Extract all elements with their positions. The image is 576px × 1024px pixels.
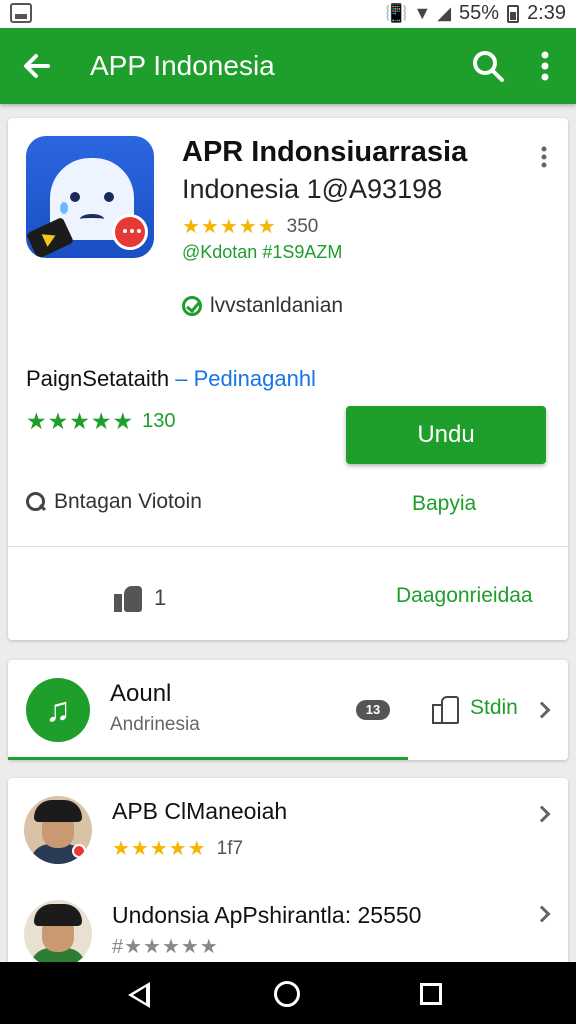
progress-underline (8, 757, 408, 760)
verified-label: lvvstanldanian (210, 294, 344, 317)
secondary-rating: ★★★★★ 130 (26, 408, 175, 435)
music-card[interactable]: ♫ Aounl Andrinesia 13 Stdin (8, 660, 568, 760)
bottom-link[interactable]: Daagonrieidaa (396, 584, 533, 608)
signal-icon: ◢ (437, 3, 452, 23)
list-item-count: 1f7 (216, 837, 244, 859)
battery-icon (507, 4, 520, 23)
list-item-stars: ★★★★★ (112, 838, 207, 860)
music-note-icon: ♫ (26, 678, 90, 742)
clock: 2:39 (527, 2, 566, 24)
search-row-label: Bntagan Viotoin (54, 490, 202, 513)
install-button[interactable]: Undu (346, 406, 546, 464)
app-bar: APP Indonesia (0, 28, 576, 104)
secondary-rating-count: 130 (142, 410, 176, 432)
share-label: Stdin (470, 696, 518, 719)
system-nav-bar (0, 962, 576, 1024)
chevron-right-icon[interactable] (533, 805, 551, 823)
publisher-name: PaignSetataith (26, 366, 170, 391)
secondary-rating-stars: ★★★★★ (26, 408, 135, 434)
avatar[interactable] (24, 900, 92, 968)
publisher-line: PaignSetataith – Pedinaganhl (26, 366, 316, 392)
list-item-title[interactable]: Undonsia ApPshirantla: 25550 (112, 902, 421, 929)
list-item-rating: ★★★★★ 1f7 (112, 836, 243, 861)
status-right: 📳 ▼ ◢ 55% 2:39 (385, 2, 566, 25)
avatar[interactable] (24, 796, 92, 864)
battery-percent: 55% (459, 2, 500, 24)
chevron-right-icon[interactable] (533, 905, 551, 923)
vibrate-icon: 📳 (384, 3, 408, 23)
status-bar: 📳 ▼ ◢ 55% 2:39 (0, 0, 576, 28)
list-item-rating: #★★★★★ (112, 934, 219, 959)
toggle-pill[interactable]: 13 (356, 700, 390, 720)
app-detail-card: APR Indonsiuarrasia Indonesia 1@A93198 ★… (8, 118, 568, 640)
list-item-stars: #★★★★★ (112, 936, 219, 958)
more-vert-icon[interactable] (530, 46, 560, 86)
music-subtitle: Andrinesia (110, 714, 200, 735)
rating-stars: ★★★★★ (182, 216, 277, 238)
thumbs-up-icon (114, 584, 144, 612)
search-small-icon (26, 492, 46, 512)
publisher-separator: – (175, 366, 188, 391)
right-link[interactable]: Bapyia (412, 492, 476, 516)
music-title: Aounl (110, 680, 172, 707)
app-rating: ★★★★★ 350 (182, 214, 318, 239)
like-outline-icon (432, 696, 459, 724)
verified-row: lvvstanldanian (182, 294, 343, 318)
wifi-icon: ▼ (413, 3, 432, 23)
verified-check-icon (182, 296, 202, 316)
card-more-icon[interactable] (536, 144, 552, 170)
nav-home-icon[interactable] (274, 981, 300, 1007)
publisher-link[interactable]: Pedinaganhl (194, 366, 316, 391)
chevron-right-icon[interactable] (533, 701, 551, 719)
developer-line[interactable]: @Kdotan #1S9AZM (182, 242, 342, 263)
app-subtitle: Indonesia 1@A93198 (182, 174, 443, 204)
sim-icon (10, 3, 32, 23)
likes-count: 1 (154, 585, 167, 610)
rating-count: 350 (286, 215, 319, 237)
people-list-card: APB ClManeoiah ★★★★★ 1f7 Undonsia ApPshi… (8, 778, 568, 968)
nav-back-icon[interactable] (128, 982, 150, 1008)
search-row[interactable]: Bntagan Viotoin (26, 490, 202, 514)
share-action[interactable]: Stdin (432, 696, 518, 724)
app-name: APR Indonsiuarrasia (182, 136, 468, 168)
app-logo-icon (26, 136, 154, 258)
back-arrow-icon[interactable] (18, 46, 58, 86)
likes-row[interactable]: 1 (114, 584, 166, 612)
card-divider (8, 546, 568, 547)
list-item-title[interactable]: APB ClManeoiah (112, 798, 287, 825)
app-bar-title: APP Indonesia (90, 50, 275, 81)
nav-recents-icon[interactable] (420, 983, 442, 1005)
search-icon[interactable] (468, 46, 508, 86)
